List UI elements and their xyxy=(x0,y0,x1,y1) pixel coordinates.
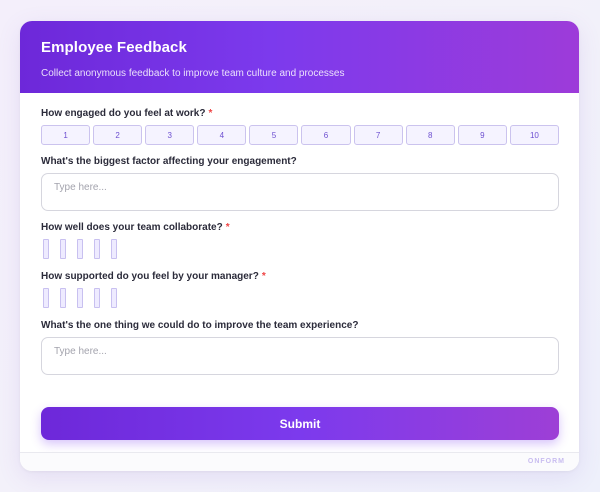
question-factor-label: What's the biggest factor affecting your… xyxy=(41,156,297,167)
form-header: Employee Feedback Collect anonymous feed… xyxy=(20,21,579,93)
required-mark: * xyxy=(225,222,230,233)
collaborate-option[interactable] xyxy=(43,239,49,259)
required-mark: * xyxy=(208,108,213,119)
question-improve-label: What's the one thing we could do to impr… xyxy=(41,320,359,331)
rating-option-10[interactable]: 10 xyxy=(509,125,559,145)
supported-option[interactable] xyxy=(77,288,83,308)
engagement-rating-scale: 1 2 3 4 5 6 7 8 9 10 xyxy=(41,125,559,145)
rating-option-2[interactable]: 2 xyxy=(93,125,143,145)
question-supported-label: How supported do you feel by your manage… xyxy=(41,271,266,282)
supported-option[interactable] xyxy=(43,288,49,308)
submit-button[interactable]: Submit xyxy=(41,407,559,440)
form-subtitle: Collect anonymous feedback to improve te… xyxy=(41,68,345,79)
form-footer: ONFORM xyxy=(20,452,579,471)
supported-option[interactable] xyxy=(60,288,66,308)
collaborate-option[interactable] xyxy=(77,239,83,259)
collaborate-option[interactable] xyxy=(111,239,117,259)
supported-option[interactable] xyxy=(111,288,117,308)
factor-textarea[interactable]: Type here... xyxy=(41,173,559,211)
rating-option-9[interactable]: 9 xyxy=(457,125,507,145)
rating-option-5[interactable]: 5 xyxy=(249,125,299,145)
brand-logo: ONFORM xyxy=(527,458,565,465)
supported-rating-options xyxy=(43,288,117,308)
improve-textarea[interactable]: Type here... xyxy=(41,337,559,375)
rating-option-1[interactable]: 1 xyxy=(41,125,91,145)
collaborate-rating-options xyxy=(43,239,117,259)
form-title: Employee Feedback xyxy=(41,39,187,56)
rating-option-8[interactable]: 8 xyxy=(405,125,455,145)
supported-option[interactable] xyxy=(94,288,100,308)
question-engagement-label: How engaged do you feel at work? * xyxy=(41,108,213,119)
question-collaborate-label: How well does your team collaborate? * xyxy=(41,222,230,233)
rating-option-6[interactable]: 6 xyxy=(301,125,351,145)
collaborate-option[interactable] xyxy=(94,239,100,259)
rating-option-3[interactable]: 3 xyxy=(145,125,195,145)
rating-option-4[interactable]: 4 xyxy=(197,125,247,145)
rating-option-7[interactable]: 7 xyxy=(353,125,403,145)
feedback-form-card: Employee Feedback Collect anonymous feed… xyxy=(20,21,579,471)
required-mark: * xyxy=(261,271,266,282)
collaborate-option[interactable] xyxy=(60,239,66,259)
